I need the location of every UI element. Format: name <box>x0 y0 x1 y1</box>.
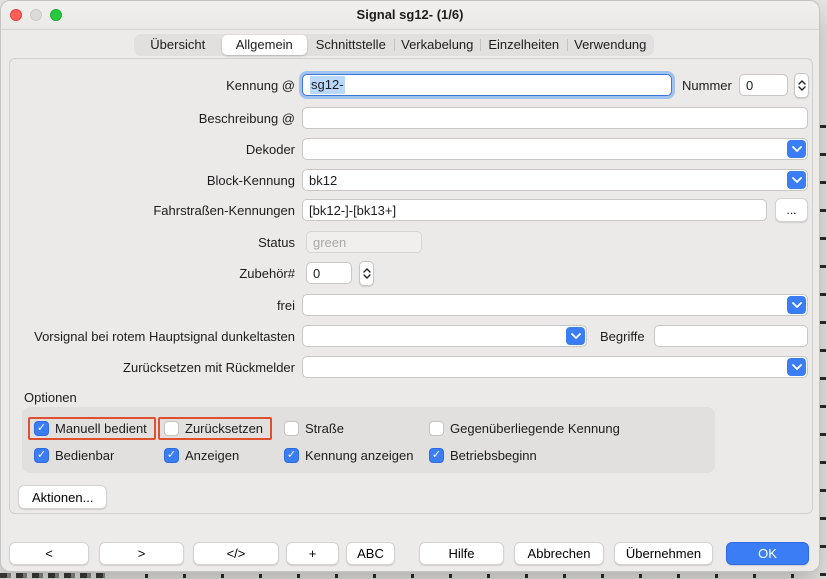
status-label: Status <box>10 231 295 254</box>
frei-value[interactable] <box>303 295 807 315</box>
chevron-down-icon[interactable] <box>787 140 806 158</box>
option-label: Gegenüberliegende Kennung <box>450 421 620 436</box>
background-track-diagram <box>820 100 826 579</box>
option-label: Bedienbar <box>55 448 114 463</box>
abc-button[interactable]: ABC <box>346 542 395 565</box>
checkbox-checked-icon[interactable]: ✓ <box>284 448 299 463</box>
tab-allgemein[interactable]: Allgemein <box>222 35 308 55</box>
begriffe-input[interactable] <box>654 325 808 347</box>
prev-button[interactable]: < <box>9 542 89 565</box>
tab-verwendung[interactable]: Verwendung <box>568 35 654 55</box>
rueckmelder-select[interactable] <box>302 356 808 378</box>
block-kennung-select[interactable] <box>302 169 808 191</box>
checkbox-checked-icon[interactable]: ✓ <box>164 448 179 463</box>
chevron-up-icon <box>798 80 806 85</box>
dekoder-select[interactable] <box>302 138 808 160</box>
chevron-down-icon[interactable] <box>787 296 806 314</box>
option-label: Betriebsbeginn <box>450 448 537 463</box>
block-kennung-value[interactable] <box>303 170 807 190</box>
rueckmelder-value[interactable] <box>303 357 807 377</box>
option-bedienbar[interactable]: ✓ Bedienbar <box>28 444 123 467</box>
chevron-up-icon <box>363 268 371 273</box>
fahrstrassen-label: Fahrstraßen-Kennungen <box>10 199 295 222</box>
checkbox-checked-icon[interactable]: ✓ <box>34 448 49 463</box>
chevron-down-icon <box>363 274 371 279</box>
background-track-diagram <box>0 573 105 578</box>
next-button[interactable]: > <box>99 542 184 565</box>
option-manuell-bedient[interactable]: ✓ Manuell bedient <box>28 417 156 440</box>
ok-button[interactable]: OK <box>726 542 809 565</box>
background-track-diagram <box>110 574 820 578</box>
status-input <box>306 231 422 253</box>
dekoder-value[interactable] <box>303 139 807 159</box>
zubehoer-stepper[interactable] <box>359 261 374 286</box>
rueckmelder-label: Zurücksetzen mit Rückmelder <box>10 356 295 379</box>
chevron-down-icon[interactable] <box>787 171 806 189</box>
checkbox-unchecked-icon[interactable] <box>429 421 444 436</box>
option-gegenueberliegende-kennung[interactable]: Gegenüberliegende Kennung <box>423 417 629 440</box>
window-title: Signal sg12- (1/6) <box>1 1 819 29</box>
fahrstrassen-input[interactable] <box>302 199 767 221</box>
zubehoer-input[interactable] <box>306 262 352 284</box>
chevron-down-icon <box>798 86 806 91</box>
option-label: Manuell bedient <box>55 421 147 436</box>
selected-text: sg12- <box>310 76 345 94</box>
dekoder-label: Dekoder <box>10 138 295 161</box>
tab-uebersicht[interactable]: Übersicht <box>135 35 221 55</box>
tab-bar: Übersicht Allgemein Schnittstelle Verkab… <box>134 34 654 56</box>
block-kennung-label: Block-Kennung <box>10 169 295 192</box>
option-label: Straße <box>305 421 344 436</box>
beschreibung-input[interactable] <box>302 107 808 129</box>
tab-schnittstelle[interactable]: Schnittstelle <box>308 35 394 55</box>
beschreibung-label: Beschreibung @ <box>10 107 295 130</box>
option-label: Kennung anzeigen <box>305 448 413 463</box>
chevron-down-icon[interactable] <box>566 327 585 345</box>
option-anzeigen[interactable]: ✓ Anzeigen <box>158 444 248 467</box>
option-label: Zurücksetzen <box>185 421 263 436</box>
tab-verkabelung[interactable]: Verkabelung <box>395 35 481 55</box>
chevron-down-icon[interactable] <box>787 358 806 376</box>
zubehoer-label: Zubehör# <box>10 262 295 285</box>
apply-button[interactable]: Übernehmen <box>614 542 713 565</box>
kennung-input[interactable]: sg12- <box>302 74 672 96</box>
vorsignal-value[interactable] <box>303 326 586 346</box>
fahrstrassen-more-button[interactable]: ... <box>775 198 808 222</box>
tab-einzelheiten[interactable]: Einzelheiten <box>481 35 567 55</box>
nummer-stepper[interactable] <box>794 73 809 98</box>
vorsignal-label: Vorsignal bei rotem Hauptsignal dunkelta… <box>10 325 295 348</box>
plus-button[interactable]: + <box>286 542 339 565</box>
nummer-label: Nummer <box>682 74 732 97</box>
nummer-input[interactable] <box>739 74 788 96</box>
option-betriebsbeginn[interactable]: ✓ Betriebsbeginn <box>423 444 546 467</box>
options-title: Optionen <box>24 390 77 405</box>
checkbox-checked-icon[interactable]: ✓ <box>34 421 49 436</box>
title-bar: Signal sg12- (1/6) <box>1 1 819 30</box>
checkbox-unchecked-icon[interactable] <box>284 421 299 436</box>
help-button[interactable]: Hilfe <box>419 542 504 565</box>
frei-label: frei <box>10 294 295 317</box>
option-label: Anzeigen <box>185 448 239 463</box>
form-panel: Kennung @ sg12- Nummer Beschreibung @ De… <box>9 58 813 514</box>
kennung-label: Kennung @ <box>10 74 295 97</box>
option-zuruecksetzen[interactable]: Zurücksetzen <box>158 417 272 440</box>
checkbox-checked-icon[interactable]: ✓ <box>429 448 444 463</box>
aktionen-button[interactable]: Aktionen... <box>18 485 107 509</box>
checkbox-unchecked-icon[interactable] <box>164 421 179 436</box>
frei-select[interactable] <box>302 294 808 316</box>
option-kennung-anzeigen[interactable]: ✓ Kennung anzeigen <box>278 444 422 467</box>
begriffe-label: Begriffe <box>600 325 645 348</box>
cancel-button[interactable]: Abbrechen <box>514 542 604 565</box>
option-strasse[interactable]: Straße <box>278 417 353 440</box>
vorsignal-select[interactable] <box>302 325 587 347</box>
options-group: ✓ Manuell bedient Zurücksetzen Straße Ge… <box>22 407 715 473</box>
code-button[interactable]: </​> <box>193 542 279 565</box>
signal-dialog-window: Signal sg12- (1/6) Übersicht Allgemein S… <box>0 0 820 572</box>
